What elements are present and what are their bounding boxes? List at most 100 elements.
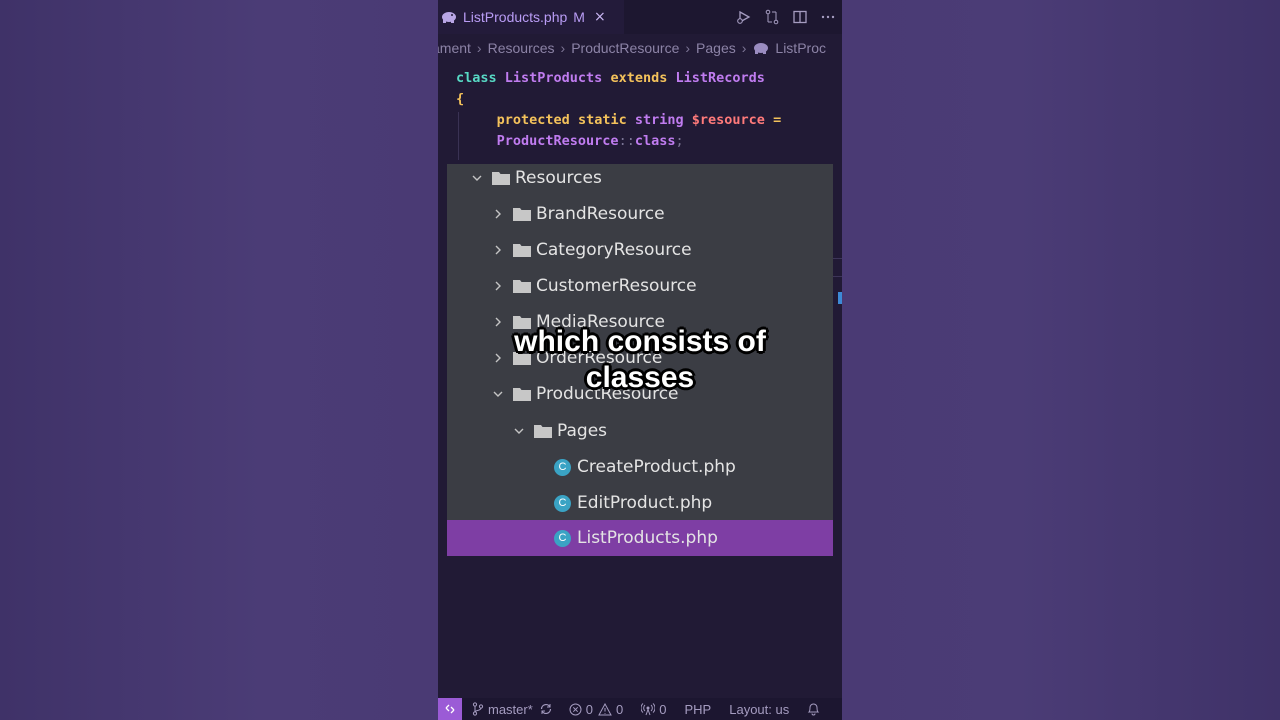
- tab-filename: ListProducts.php: [463, 9, 568, 25]
- tree-item-label: Resources: [515, 168, 602, 188]
- breadcrumb: ament › Resources › ProductResource › Pa…: [438, 37, 842, 59]
- bell-icon: [808, 703, 820, 716]
- tree-item-pages[interactable]: Pages: [447, 413, 833, 449]
- tree-item-label: ListProducts.php: [577, 528, 718, 548]
- broadcast-icon: [641, 703, 656, 716]
- error-icon: [569, 703, 582, 715]
- chevron-right-icon: ›: [741, 40, 747, 56]
- tree-item-customerresource[interactable]: CustomerResource: [447, 268, 833, 304]
- code-token: class: [456, 70, 497, 86]
- folder-icon: [492, 172, 510, 185]
- remote-icon: [445, 704, 455, 714]
- chevron-right-icon: ›: [560, 40, 566, 56]
- warning-icon: [598, 702, 612, 715]
- background-right: [842, 0, 1280, 720]
- scrollbar-track: [833, 258, 842, 259]
- git-branch-icon: [472, 702, 484, 716]
- status-bar: master* 0 0 0 PHP Layout: us: [438, 698, 842, 720]
- code-area[interactable]: class ListProducts extends ListRecords{ …: [456, 68, 781, 152]
- scrollbar-track: [833, 276, 842, 277]
- run-debug-icon[interactable]: [730, 0, 758, 34]
- tree-item-brandresource[interactable]: BrandResource: [447, 196, 833, 232]
- compare-changes-icon[interactable]: [758, 0, 786, 34]
- chevron-down-icon: [514, 428, 524, 434]
- layout-label: Layout: us: [729, 701, 790, 717]
- notifications-button[interactable]: [807, 702, 824, 716]
- chevron-right-icon: ›: [476, 40, 482, 56]
- ports-count: 0: [659, 701, 667, 717]
- tab-listproducts[interactable]: ListProducts.php M ×: [438, 0, 624, 34]
- code-token: =: [773, 112, 782, 128]
- code-token: ListProducts: [504, 70, 603, 86]
- editor-actions: [730, 0, 842, 34]
- tree-item-label: CategoryResource: [536, 240, 692, 260]
- chevron-right-icon: ›: [685, 40, 691, 56]
- tree-item-label: EditProduct.php: [577, 493, 713, 513]
- code-token: ::: [618, 133, 635, 149]
- caption-line: which consists of: [514, 325, 766, 358]
- close-tab-icon[interactable]: ×: [594, 9, 606, 25]
- code-line: protected static string $resource =: [456, 110, 782, 131]
- breadcrumb-item[interactable]: ListProc: [775, 40, 826, 56]
- breadcrumb-item[interactable]: Pages: [696, 40, 736, 56]
- keyboard-layout[interactable]: Layout: us: [729, 702, 789, 717]
- tab-bar: ListProducts.php M ×: [438, 0, 842, 34]
- php-class-icon: C: [554, 494, 571, 512]
- tree-item-label: Pages: [557, 421, 608, 441]
- code-token: class: [634, 133, 676, 149]
- tree-item-label: CustomerResource: [536, 276, 697, 296]
- split-editor-icon[interactable]: [786, 0, 814, 34]
- caption-line: classes: [585, 361, 695, 394]
- language-label: PHP: [684, 701, 712, 717]
- warning-count: 0: [616, 701, 624, 717]
- php-elephant-icon: [442, 12, 456, 23]
- ports-indicator[interactable]: 0: [641, 701, 667, 717]
- tree-item-label: CreateProduct.php: [577, 457, 736, 477]
- tree-item-categoryresource[interactable]: CategoryResource: [447, 232, 833, 268]
- problems-indicator[interactable]: 0 0: [569, 702, 623, 717]
- video-caption: which consists of classes: [440, 324, 840, 396]
- background-left: [0, 0, 438, 720]
- php-class-icon: C: [554, 458, 571, 476]
- code-line: class ListProducts extends ListRecords: [456, 68, 781, 89]
- code-line: {: [456, 89, 781, 110]
- remote-indicator[interactable]: [438, 698, 462, 720]
- code-token: ProductResource: [496, 133, 619, 149]
- folder-icon: [534, 425, 552, 438]
- code-token: string: [634, 112, 684, 128]
- folder-icon: [513, 244, 531, 257]
- code-line: ProductResource::class;: [456, 131, 781, 152]
- language-mode[interactable]: PHP: [685, 702, 712, 717]
- modified-indicator: M: [573, 9, 585, 25]
- code-token: ;: [675, 133, 684, 149]
- breadcrumb-item[interactable]: ProductResource: [571, 40, 679, 56]
- sync-button[interactable]: [539, 702, 557, 716]
- code-token: {: [456, 91, 465, 107]
- code-token: protected: [496, 112, 570, 128]
- code-token: ListRecords: [675, 70, 765, 86]
- tree-item-listproducts[interactable]: C ListProducts.php: [447, 520, 833, 556]
- code-token: $resource: [691, 112, 765, 128]
- code-token: extends: [610, 70, 668, 86]
- chevron-right-icon: [495, 209, 501, 219]
- error-count: 0: [585, 701, 594, 717]
- tree-item-resources[interactable]: Resources: [447, 160, 833, 196]
- breadcrumb-item[interactable]: ament: [438, 40, 471, 56]
- branch-indicator[interactable]: master*: [472, 702, 533, 717]
- chevron-right-icon: [495, 281, 501, 291]
- breadcrumb-item[interactable]: Resources: [488, 40, 555, 56]
- code-token: static: [577, 112, 627, 128]
- tree-item-createproduct[interactable]: C CreateProduct.php: [447, 449, 833, 485]
- folder-icon: [513, 208, 531, 221]
- folder-icon: [513, 280, 531, 293]
- chevron-down-icon: [472, 175, 482, 181]
- sync-icon: [540, 703, 551, 715]
- tree-item-editproduct[interactable]: C EditProduct.php: [447, 485, 833, 521]
- php-elephant-icon: [754, 43, 769, 54]
- more-actions-icon[interactable]: [814, 0, 842, 34]
- tree-item-label: BrandResource: [536, 204, 665, 224]
- scrollbar-marker[interactable]: [838, 292, 842, 304]
- php-class-icon: C: [554, 529, 571, 547]
- chevron-right-icon: [495, 245, 501, 255]
- branch-name: master*: [488, 701, 533, 717]
